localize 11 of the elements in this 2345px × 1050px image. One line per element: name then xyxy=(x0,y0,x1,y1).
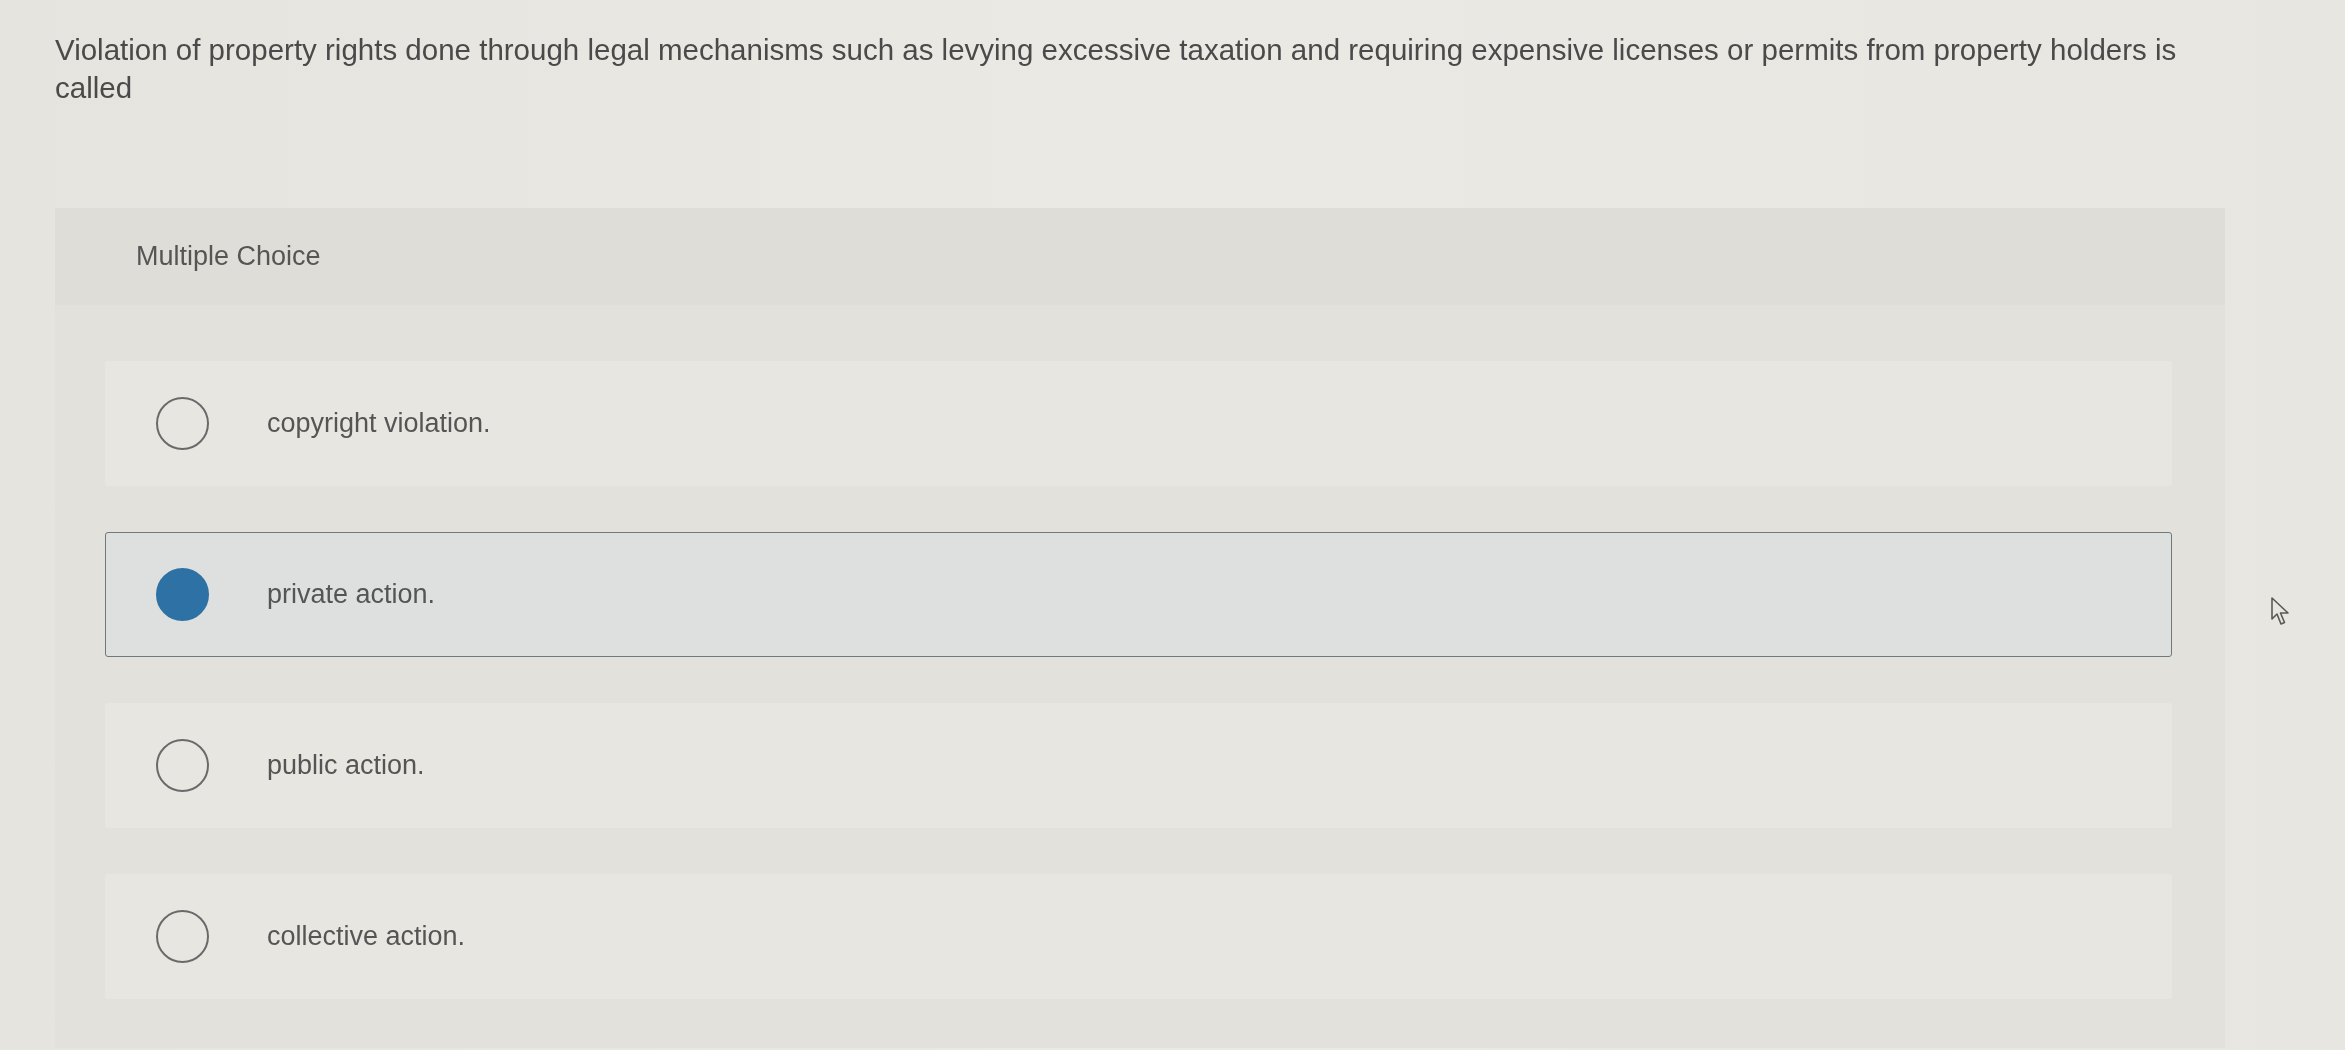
radio-button[interactable] xyxy=(156,739,209,792)
answer-option[interactable]: collective action. xyxy=(105,874,2172,999)
question-text: Violation of property rights done through legal mechanisms such as levying excessive taxation and requiring expensive licenses or permits from property holders is called xyxy=(55,32,2178,106)
question-type-label: Multiple Choice xyxy=(136,241,321,272)
cursor-icon xyxy=(2271,597,2291,626)
radio-button[interactable] xyxy=(156,568,209,621)
answer-option[interactable]: copyright violation. xyxy=(105,361,2172,486)
radio-button[interactable] xyxy=(156,397,209,450)
answer-option[interactable]: private action. xyxy=(105,532,2172,657)
answer-option[interactable]: public action. xyxy=(105,703,2172,828)
radio-button[interactable] xyxy=(156,910,209,963)
